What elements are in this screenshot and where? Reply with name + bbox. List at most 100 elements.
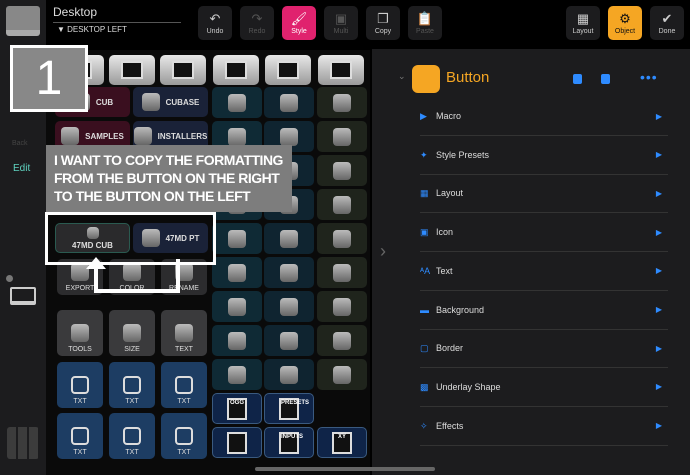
expand-arrow-icon[interactable]: ▶	[656, 189, 662, 198]
icon-button[interactable]	[317, 189, 367, 220]
toolbar-paste-button[interactable]: 📋 Paste	[408, 6, 442, 40]
expand-arrow-icon[interactable]: ▶	[656, 344, 662, 353]
grid-button[interactable]: TEXT	[161, 310, 207, 356]
expand-chevron-icon[interactable]: ⌄	[398, 71, 406, 82]
panel-item-underlay-shape[interactable]: ▩ Underlay Shape ▶	[420, 368, 668, 407]
button-label: TEXT	[175, 346, 193, 353]
panel-item-effects[interactable]: ✧ Effects ▶	[420, 407, 668, 446]
icon-button[interactable]	[212, 427, 262, 458]
panel-item-layout[interactable]: ▦ Layout ▶	[420, 174, 668, 214]
icon-button[interactable]	[264, 359, 314, 390]
back-button[interactable]: Back	[12, 140, 28, 147]
icon-button[interactable]	[264, 291, 314, 322]
toolbar-redo-button[interactable]: ↷ Redo	[240, 6, 274, 40]
alignment-button[interactable]	[160, 55, 206, 85]
app-icon	[228, 93, 246, 112]
icon-button[interactable]	[317, 359, 367, 390]
more-icon[interactable]: •••	[640, 69, 658, 85]
icon-button[interactable]	[212, 325, 262, 356]
app-icon	[333, 93, 351, 112]
icon-button[interactable]	[317, 325, 367, 356]
icon-button[interactable]: PRESETS	[264, 393, 314, 424]
toolbar-object-button[interactable]: ⚙ Object	[608, 6, 642, 40]
desktop-page-icon[interactable]	[10, 287, 36, 305]
grid-button[interactable]: TXT	[57, 413, 103, 459]
import-icon[interactable]	[573, 74, 582, 84]
export-icon[interactable]	[601, 74, 610, 84]
monitor-icon[interactable]	[6, 6, 40, 36]
panel-item-label: Background	[436, 304, 485, 315]
panel-item-icon[interactable]: ▣ Icon ▶	[420, 213, 668, 253]
icon-button[interactable]: OGG	[212, 393, 262, 424]
grid-button[interactable]: TXT	[161, 413, 207, 459]
panel-item-background[interactable]: ▬ Background ▶	[420, 291, 668, 330]
icon-button[interactable]	[212, 257, 262, 288]
panel-item-border[interactable]: ▢ Border ▶	[420, 329, 668, 369]
redo-icon: ↷	[251, 10, 263, 26]
toolbar-done-button[interactable]: ✔ Done	[650, 6, 684, 40]
panel-item-text[interactable]: ᴬA Text ▶	[420, 252, 668, 291]
toolbar-style-button[interactable]: 🖌 Style	[282, 6, 316, 40]
grid-button[interactable]: TXT	[109, 362, 155, 408]
icon-button[interactable]	[212, 223, 262, 254]
icon-button[interactable]	[264, 223, 314, 254]
icon-button[interactable]	[317, 121, 367, 152]
paste-icon: 📋	[416, 10, 434, 26]
grid-button[interactable]: TXT	[57, 362, 103, 408]
icon-button[interactable]	[317, 155, 367, 186]
icon-button[interactable]: XY	[317, 427, 367, 458]
toolbar-copy-button[interactable]: ❐ Copy	[366, 6, 400, 40]
app-icon	[333, 229, 351, 248]
icon-button[interactable]	[317, 291, 367, 322]
undo-label: Undo	[206, 27, 224, 35]
icon-button[interactable]	[264, 87, 314, 118]
app-icon	[280, 127, 298, 146]
object-title: Button	[446, 69, 490, 86]
collapse-chevron-icon[interactable]: ›	[380, 241, 386, 262]
expand-arrow-icon[interactable]: ▶	[656, 421, 662, 430]
title-divider	[53, 22, 181, 23]
icon-button[interactable]	[212, 291, 262, 322]
button-color-swatch[interactable]	[412, 65, 440, 93]
done-label: Done	[658, 27, 676, 35]
expand-arrow-icon[interactable]: ▶	[656, 150, 662, 159]
copy-icon: ❐	[377, 10, 389, 26]
expand-arrow-icon[interactable]: ▶	[656, 266, 662, 275]
grid-button[interactable]: TOOLS	[57, 310, 103, 356]
alignment-button[interactable]	[213, 55, 259, 85]
alignment-button[interactable]	[265, 55, 311, 85]
icon-button[interactable]	[317, 223, 367, 254]
expand-arrow-icon[interactable]: ▶	[656, 305, 662, 314]
icon-button[interactable]	[212, 87, 262, 118]
alignment-button[interactable]	[318, 55, 364, 85]
page-selector[interactable]: ▼ DESKTOP LEFT	[57, 25, 127, 34]
toolbar-multi-button[interactable]: ▣ Multi	[324, 6, 358, 40]
expand-arrow-icon[interactable]: ▶	[656, 382, 662, 391]
button-label: CUB	[95, 97, 114, 107]
icon-button[interactable]: INPUTS	[264, 427, 314, 458]
icon-button[interactable]	[264, 325, 314, 356]
grid-layout-icon[interactable]	[7, 427, 39, 459]
copy-label: Copy	[374, 27, 392, 35]
icon-button[interactable]	[212, 359, 262, 390]
alignment-button[interactable]	[109, 55, 155, 85]
button-label: INSTALLERS	[157, 131, 208, 141]
icon-button[interactable]	[264, 257, 314, 288]
app-icon	[333, 297, 351, 316]
toolbar-undo-button[interactable]: ↶ Undo	[198, 6, 232, 40]
toolbar-layout-button[interactable]: ▦ Layout	[566, 6, 600, 40]
panel-item-style-presets[interactable]: ✦ Style Presets ▶	[420, 136, 668, 175]
panel-item-macro[interactable]: ▶ Macro ▶	[420, 97, 668, 136]
button-label: CUBASE	[165, 97, 200, 107]
grid-button[interactable]: TXT	[161, 362, 207, 408]
icon-button[interactable]	[317, 87, 367, 118]
grid-button[interactable]: SIZE	[109, 310, 155, 356]
done-icon: ✔	[661, 10, 673, 26]
edit-button[interactable]: Edit	[13, 163, 30, 174]
icon-button[interactable]	[317, 257, 367, 288]
expand-arrow-icon[interactable]: ▶	[656, 112, 662, 121]
expand-arrow-icon[interactable]: ▶	[656, 228, 662, 237]
grid-button[interactable]: CUBASE	[133, 87, 208, 117]
button-label: TXT	[73, 449, 87, 456]
grid-button[interactable]: TXT	[109, 413, 155, 459]
